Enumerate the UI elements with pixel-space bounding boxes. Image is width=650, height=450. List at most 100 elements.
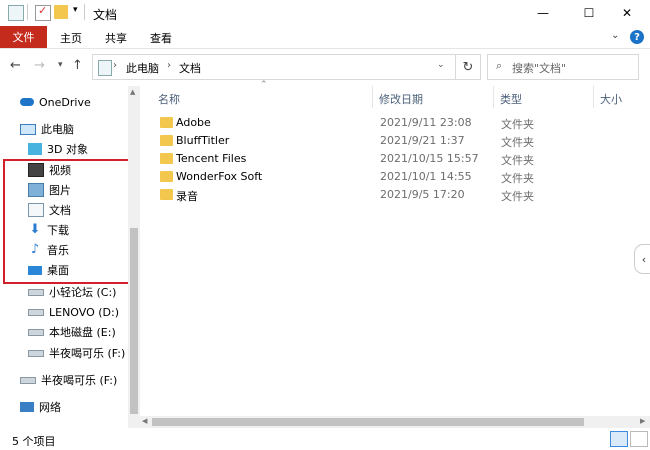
breadcrumb-documents[interactable]: 文档	[179, 60, 201, 76]
scroll-right-icon[interactable]: ▶	[640, 417, 645, 425]
nav-item-onedrive[interactable]: OneDrive	[20, 93, 91, 111]
horizontal-scrollbar[interactable]: ◀ ▶	[140, 416, 650, 428]
file-date: 2021/10/1 14:55	[380, 170, 472, 183]
nav-item-label: 半夜喝可乐 (F:)	[49, 347, 126, 360]
sort-ascending-icon: ⌃	[260, 80, 268, 90]
breadcrumb-this-pc[interactable]: 此电脑	[126, 60, 159, 76]
address-bar[interactable]: › 此电脑 › 文档 ⌄	[92, 54, 456, 80]
table-row[interactable]: Adobe 2021/9/11 23:08 文件夹	[158, 114, 548, 132]
nav-item-drive-d[interactable]: LENOVO (D:)	[28, 303, 119, 321]
window-title: 文档	[93, 8, 118, 22]
nav-item-drive-c[interactable]: 小轻论坛 (C:)	[28, 283, 116, 301]
tab-home[interactable]: 主页	[60, 30, 82, 46]
file-name: Adobe	[176, 116, 211, 129]
ribbon-tabs: 文件 主页 共享 查看 ⌄ ?	[0, 26, 650, 49]
new-folder-icon[interactable]	[54, 5, 68, 19]
table-row[interactable]: Tencent Files 2021/10/15 15:57 文件夹	[158, 150, 548, 168]
refresh-button[interactable]: ↻	[455, 54, 481, 80]
nav-item-label: 网络	[39, 401, 61, 414]
minimize-button[interactable]: —	[520, 0, 566, 26]
search-input[interactable]: ⌕ 搜索"文档"	[487, 54, 639, 80]
preview-pane-expand-icon[interactable]: ‹	[634, 244, 650, 274]
address-dropdown-icon[interactable]: ⌄	[437, 60, 445, 70]
recent-locations-icon[interactable]: ▾	[58, 60, 63, 70]
computer-icon	[20, 123, 36, 135]
table-row[interactable]: BluffTitler 2021/9/21 1:37 文件夹	[158, 132, 548, 150]
file-type: 文件夹	[501, 154, 534, 167]
tab-share[interactable]: 共享	[105, 30, 127, 46]
folder-icon	[160, 135, 173, 146]
file-date: 2021/10/15 15:57	[380, 152, 479, 165]
horizontal-scroll-thumb[interactable]	[152, 418, 584, 426]
column-header: ⌃ 名称 修改日期 类型 大小	[150, 80, 650, 108]
column-divider[interactable]	[593, 86, 594, 108]
nav-item-label: 此电脑	[41, 123, 74, 136]
column-name[interactable]: 名称	[158, 91, 180, 107]
details-view-icon[interactable]	[610, 431, 628, 447]
breadcrumb-separator: ›	[113, 60, 117, 71]
nav-item-this-pc[interactable]: 此电脑	[20, 120, 74, 138]
file-name: WonderFox Soft	[176, 170, 263, 183]
nav-scroll-thumb[interactable]	[130, 228, 138, 414]
file-date: 2021/9/21 1:37	[380, 134, 465, 147]
drive-icon	[28, 349, 44, 357]
file-name: BluffTitler	[176, 134, 230, 147]
file-name: 录音	[176, 190, 198, 203]
table-row[interactable]: 录音 2021/9/5 17:20 文件夹	[158, 186, 548, 204]
breadcrumb-separator[interactable]: ›	[167, 60, 171, 71]
search-placeholder: 搜索"文档"	[512, 62, 567, 75]
folder-icon	[160, 117, 173, 128]
drive-icon	[28, 328, 44, 336]
column-size[interactable]: 大小	[600, 91, 622, 107]
scroll-up-icon[interactable]: ▲	[130, 88, 135, 96]
file-type: 文件夹	[501, 190, 534, 203]
column-type[interactable]: 类型	[500, 91, 522, 107]
column-divider[interactable]	[372, 86, 373, 108]
nav-scrollbar[interactable]: ▲	[128, 86, 140, 428]
drive-icon	[28, 288, 44, 296]
navigation-row: ← → ▾ ↑ › 此电脑 › 文档 ⌄ ↻ ⌕ 搜索"文档"	[0, 50, 650, 82]
close-button[interactable]: ✕	[604, 0, 650, 26]
item-count: 5 个项目	[12, 435, 56, 448]
drive-icon	[28, 308, 44, 316]
file-type: 文件夹	[501, 172, 534, 185]
drive-icon	[20, 376, 36, 384]
divider	[27, 4, 28, 20]
help-icon[interactable]: ?	[630, 30, 644, 44]
nav-item-label: 小轻论坛 (C:)	[49, 286, 117, 299]
nav-item-drive-f-root[interactable]: 半夜喝可乐 (F:)	[20, 371, 117, 389]
tab-view[interactable]: 查看	[150, 30, 172, 46]
refresh-icon: ↻	[462, 59, 474, 75]
properties-icon[interactable]: ✓	[35, 4, 51, 21]
folder-icon	[160, 171, 173, 182]
column-date-modified[interactable]: 修改日期	[379, 91, 423, 107]
nav-item-drive-f[interactable]: 半夜喝可乐 (F:)	[28, 344, 125, 362]
table-row[interactable]: WonderFox Soft 2021/10/1 14:55 文件夹	[158, 168, 548, 186]
tab-file[interactable]: 文件	[0, 26, 47, 48]
cube-icon	[28, 143, 42, 155]
search-icon: ⌕	[496, 59, 503, 72]
nav-item-3d-objects[interactable]: 3D 对象	[28, 140, 88, 158]
cloud-icon	[20, 98, 34, 106]
nav-item-label: 3D 对象	[47, 143, 88, 156]
status-bar: 5 个项目	[0, 428, 650, 450]
scroll-left-icon[interactable]: ◀	[142, 417, 147, 425]
file-type: 文件夹	[501, 136, 534, 149]
up-arrow-icon[interactable]: ↑	[72, 58, 83, 73]
nav-item-drive-e[interactable]: 本地磁盘 (E:)	[28, 323, 116, 341]
file-date: 2021/9/5 17:20	[380, 188, 465, 201]
folder-icon	[160, 189, 173, 200]
back-arrow-icon[interactable]: ←	[10, 58, 21, 73]
ribbon-expand-icon[interactable]: ⌄	[611, 30, 619, 41]
nav-item-label: 本地磁盘 (E:)	[49, 326, 116, 339]
nav-item-network[interactable]: 网络	[20, 398, 61, 416]
large-icons-view-icon[interactable]	[630, 431, 648, 447]
file-type: 文件夹	[501, 118, 534, 131]
nav-item-label: 半夜喝可乐 (F:)	[41, 374, 118, 387]
column-divider[interactable]	[493, 86, 494, 108]
file-name: Tencent Files	[176, 152, 247, 165]
nav-item-label: LENOVO (D:)	[49, 305, 120, 319]
address-location-icon	[98, 60, 112, 76]
quick-access-dropdown-icon[interactable]: ▾	[73, 5, 78, 15]
forward-arrow-icon[interactable]: →	[34, 58, 45, 73]
